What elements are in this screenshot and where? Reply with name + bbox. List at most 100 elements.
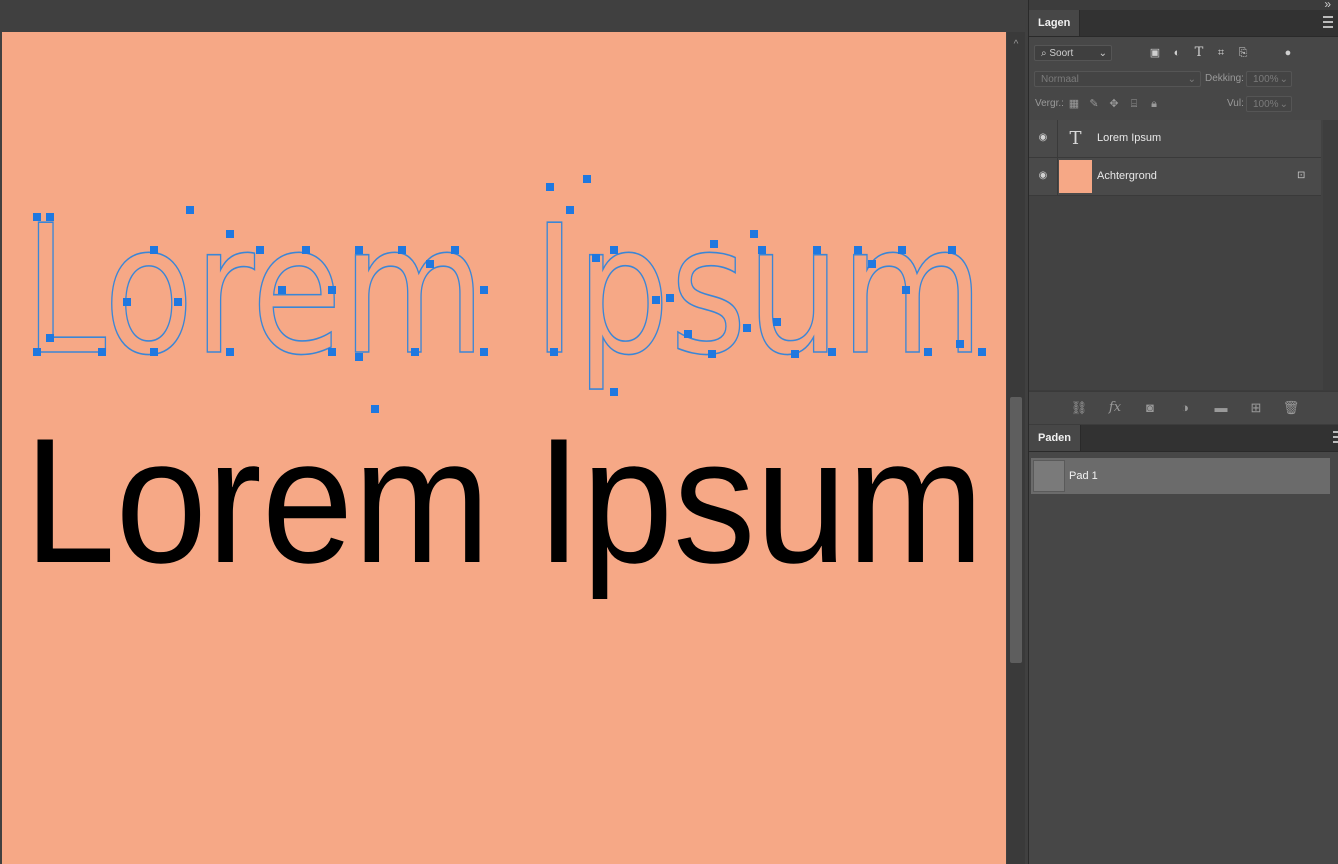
chevron-down-icon: ⌄ — [1187, 74, 1196, 85]
path-anchor-point[interactable] — [328, 348, 336, 356]
path-anchor-point[interactable] — [355, 353, 363, 361]
filter-smart-objects-icon[interactable]: ⎘ — [1236, 46, 1250, 60]
path-anchor-point[interactable] — [328, 286, 336, 294]
delete-layer-trash-icon[interactable]: 🗑︎ — [1282, 400, 1300, 416]
blend-mode-value: Normaal — [1041, 74, 1079, 85]
add-mask-icon[interactable]: ◙ — [1141, 400, 1159, 416]
path-anchor-point[interactable] — [956, 340, 964, 348]
lock-image-pixels-icon[interactable]: ✎ — [1087, 97, 1101, 111]
path-anchor-point[interactable] — [398, 246, 406, 254]
layer-list-scrollbar[interactable] — [1323, 120, 1338, 390]
fill-input[interactable]: 100% ⌄ — [1246, 96, 1292, 112]
lock-artboard-icon[interactable]: ⌸ — [1127, 97, 1141, 111]
path-anchor-point[interactable] — [256, 246, 264, 254]
path-anchor-point[interactable] — [480, 348, 488, 356]
path-anchor-point[interactable] — [98, 348, 106, 356]
opacity-input[interactable]: 100% ⌄ — [1246, 71, 1292, 87]
path-anchor-point[interactable] — [652, 296, 660, 304]
path-anchor-point[interactable] — [948, 246, 956, 254]
path-anchor-point[interactable] — [773, 318, 781, 326]
path-anchor-point[interactable] — [150, 348, 158, 356]
path-anchor-point[interactable] — [451, 246, 459, 254]
filter-pixel-layers-icon[interactable]: ▣ — [1148, 46, 1162, 60]
path-anchor-point[interactable] — [302, 246, 310, 254]
lock-all-icon[interactable]: 🔒︎ — [1147, 97, 1161, 111]
path-anchor-point[interactable] — [566, 206, 574, 214]
link-layers-icon[interactable]: ⛓ — [1070, 400, 1088, 416]
path-anchor-point[interactable] — [828, 348, 836, 356]
tab-paths[interactable]: Paden — [1029, 425, 1082, 451]
tab-layers[interactable]: Lagen — [1029, 10, 1081, 36]
path-name: Pad 1 — [1069, 470, 1098, 482]
path-anchor-point[interactable] — [610, 388, 618, 396]
chevron-down-icon: ⌄ — [1279, 99, 1288, 110]
filter-shape-layers-icon[interactable]: ⌗ — [1214, 46, 1228, 60]
path-anchor-point[interactable] — [278, 286, 286, 294]
path-anchor-point[interactable] — [898, 246, 906, 254]
path-anchor-point[interactable] — [480, 286, 488, 294]
path-anchor-point[interactable] — [666, 294, 674, 302]
lock-icon[interactable]: ⊡ — [1297, 170, 1309, 182]
scroll-up-arrow-icon[interactable]: ^ — [1011, 40, 1021, 50]
path-outline-text[interactable]: Lorem Ipsum — [23, 186, 985, 395]
filter-text-layers-icon[interactable]: T — [1192, 46, 1206, 60]
lock-transparent-pixels-icon[interactable]: ▦ — [1067, 97, 1081, 111]
new-layer-icon[interactable]: ⊞ — [1247, 400, 1265, 416]
chevron-down-icon: ⌄ — [1279, 74, 1288, 85]
path-anchor-point[interactable] — [46, 213, 54, 221]
path-anchor-point[interactable] — [854, 246, 862, 254]
panel-menu-icon[interactable] — [1323, 16, 1333, 28]
visibility-eye-icon[interactable]: ◉ — [1037, 170, 1049, 182]
path-anchor-point[interactable] — [902, 286, 910, 294]
path-anchor-point[interactable] — [758, 246, 766, 254]
path-thumbnail — [1033, 460, 1065, 492]
layer-row-text[interactable]: ◉ T Lorem Ipsum — [1029, 120, 1321, 158]
path-anchor-point[interactable] — [355, 246, 363, 254]
path-anchor-point[interactable] — [868, 260, 876, 268]
path-row[interactable]: Pad 1 — [1031, 458, 1330, 494]
lock-position-icon[interactable]: ✥ — [1107, 97, 1121, 111]
path-anchor-point[interactable] — [226, 348, 234, 356]
path-anchor-point[interactable] — [610, 246, 618, 254]
adjustment-layer-icon[interactable]: ◑ — [1176, 400, 1194, 416]
layer-list: ◉ T Lorem Ipsum ◉ Achtergrond ⊡ — [1029, 120, 1338, 390]
path-anchor-point[interactable] — [791, 350, 799, 358]
layer-row-background[interactable]: ◉ Achtergrond ⊡ — [1029, 158, 1321, 196]
document-canvas[interactable]: Lorem Ipsum Lorem Ipsum — [2, 32, 1006, 864]
canvas-artwork[interactable]: Lorem Ipsum Lorem Ipsum — [2, 32, 1006, 864]
path-anchor-point[interactable] — [710, 240, 718, 248]
path-anchor-point[interactable] — [750, 230, 758, 238]
path-anchor-point[interactable] — [813, 246, 821, 254]
path-anchor-point[interactable] — [583, 175, 591, 183]
path-anchor-point[interactable] — [684, 330, 692, 338]
path-anchor-point[interactable] — [174, 298, 182, 306]
layer-style-fx-icon[interactable]: fx — [1106, 400, 1124, 416]
new-group-folder-icon[interactable]: ▬ — [1212, 400, 1230, 416]
filter-adjustment-layers-icon[interactable]: ◐ — [1170, 46, 1184, 60]
blend-mode-select[interactable]: Normaal ⌄ — [1034, 71, 1201, 87]
text-layer-content[interactable]: Lorem Ipsum — [24, 401, 984, 600]
path-anchor-point[interactable] — [150, 246, 158, 254]
scrollbar-thumb[interactable] — [1010, 397, 1022, 663]
path-anchor-point[interactable] — [426, 260, 434, 268]
canvas-vertical-scrollbar[interactable]: ^ — [1007, 32, 1025, 864]
path-anchor-point[interactable] — [978, 348, 986, 356]
path-anchor-point[interactable] — [186, 206, 194, 214]
path-anchor-point[interactable] — [743, 324, 751, 332]
layer-filter-select[interactable]: ⌕ Soort ⌄ — [1034, 45, 1112, 61]
path-anchor-point[interactable] — [226, 230, 234, 238]
path-anchor-point[interactable] — [550, 348, 558, 356]
path-anchor-point[interactable] — [46, 334, 54, 342]
filter-toggle-icon[interactable]: ● — [1281, 46, 1295, 60]
path-anchor-point[interactable] — [708, 350, 716, 358]
path-anchor-point[interactable] — [592, 254, 600, 262]
visibility-eye-icon[interactable]: ◉ — [1037, 132, 1049, 144]
path-anchor-point[interactable] — [33, 348, 41, 356]
path-anchor-point[interactable] — [924, 348, 932, 356]
path-anchor-point[interactable] — [411, 348, 419, 356]
panel-menu-icon[interactable] — [1333, 431, 1338, 443]
path-anchor-point[interactable] — [123, 298, 131, 306]
path-anchor-point[interactable] — [33, 213, 41, 221]
chevron-down-icon: ⌄ — [1098, 48, 1107, 59]
path-anchor-point[interactable] — [546, 183, 554, 191]
